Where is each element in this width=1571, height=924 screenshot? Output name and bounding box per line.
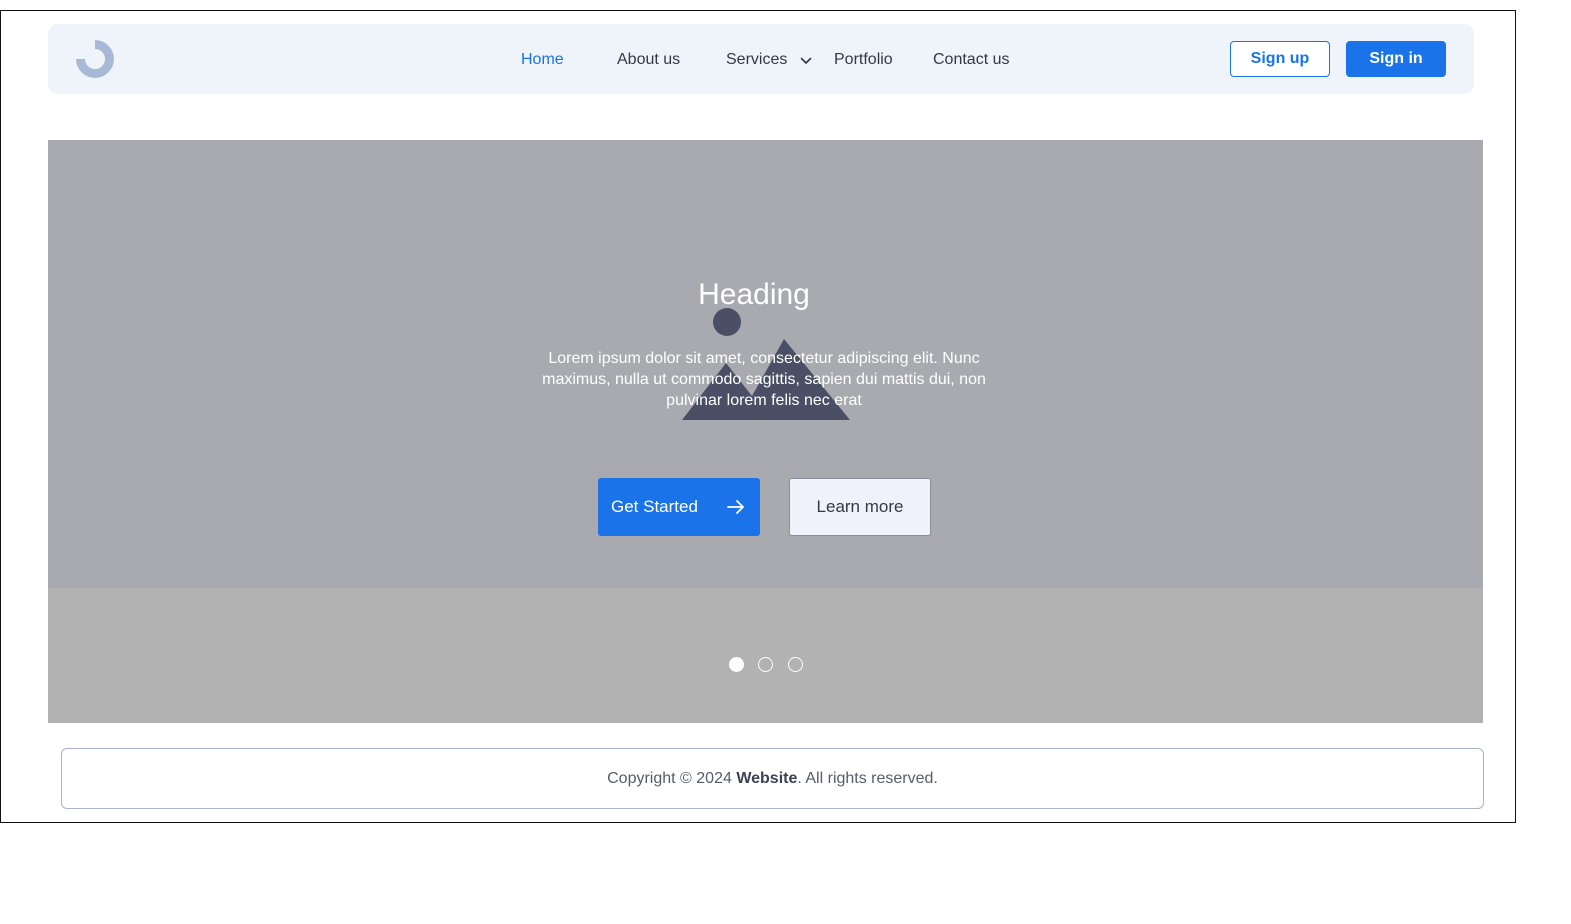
- carousel-dot-3[interactable]: [788, 657, 803, 672]
- sign-up-button[interactable]: Sign up: [1230, 41, 1330, 77]
- nav-item-about-us[interactable]: About us: [617, 50, 680, 70]
- sign-in-button[interactable]: Sign in: [1346, 41, 1446, 77]
- carousel-dot-2[interactable]: [758, 657, 773, 672]
- copyright-prefix: Copyright © 2024: [607, 769, 737, 787]
- nav-item-services[interactable]: Services: [726, 50, 787, 70]
- nav-item-portfolio[interactable]: Portfolio: [834, 50, 893, 70]
- get-started-button[interactable]: Get Started: [598, 478, 760, 536]
- get-started-label: Get Started: [611, 497, 698, 516]
- copyright-text: Copyright © 2024 Website. All rights res…: [607, 770, 938, 788]
- hero-description: Lorem ipsum dolor sit amet, consectetur …: [542, 350, 986, 409]
- copyright-suffix: . All rights reserved.: [797, 769, 938, 787]
- hero-carousel: [48, 140, 1483, 723]
- arrow-right-icon: [727, 500, 744, 514]
- nav-item-home[interactable]: Home: [521, 50, 564, 70]
- nav-item-contact-us[interactable]: Contact us: [933, 50, 1009, 70]
- footer: Copyright © 2024 Website. All rights res…: [61, 748, 1484, 809]
- carousel-dot-1[interactable]: [729, 657, 744, 672]
- chevron-down-icon[interactable]: [800, 56, 812, 66]
- logo-ring-icon[interactable]: [74, 38, 116, 80]
- hero-heading: Heading: [698, 278, 810, 311]
- copyright-brand: Website: [736, 769, 798, 787]
- learn-more-button[interactable]: Learn more: [789, 478, 931, 536]
